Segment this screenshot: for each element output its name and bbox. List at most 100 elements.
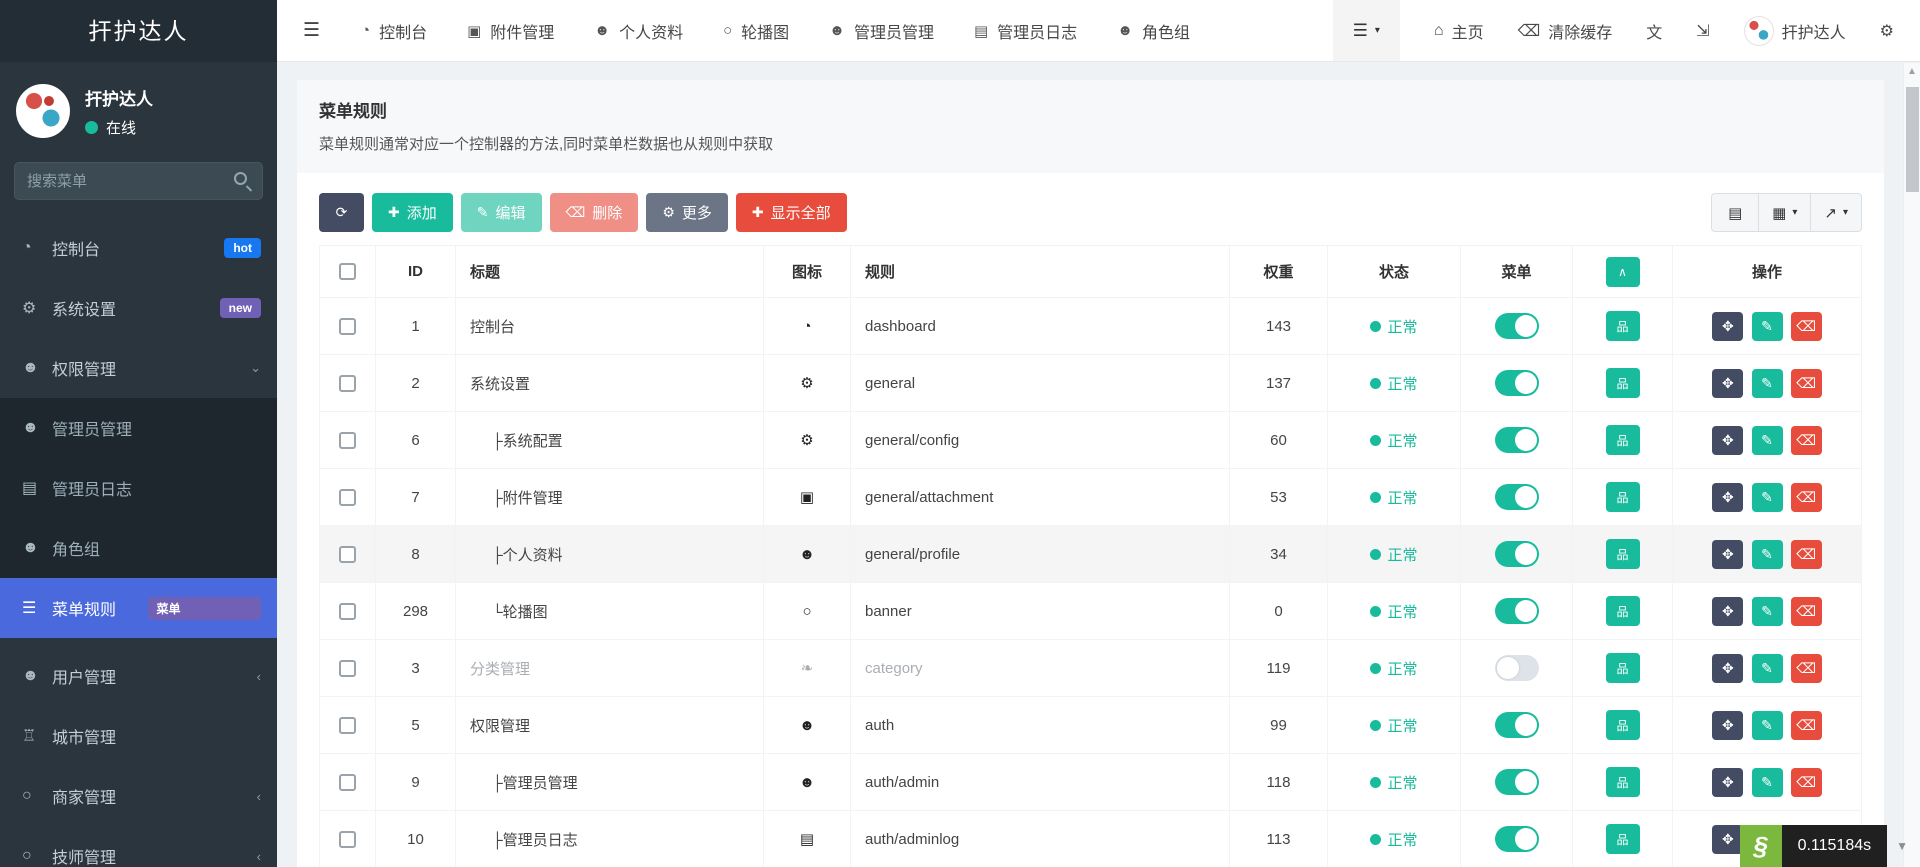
sidebar-item-group[interactable]: ☻ 角色组 bbox=[0, 518, 277, 578]
tab-group[interactable]: ☻角色组 bbox=[1117, 19, 1190, 43]
menu-toggle[interactable] bbox=[1495, 712, 1539, 738]
edit-row-button[interactable]: ✎ bbox=[1752, 426, 1783, 455]
edit-row-button[interactable]: ✎ bbox=[1752, 654, 1783, 683]
row-checkbox[interactable] bbox=[339, 489, 356, 506]
sitemap-button[interactable]: 品 bbox=[1606, 368, 1640, 398]
edit-row-button[interactable]: ✎ bbox=[1752, 768, 1783, 797]
drag-button[interactable]: ✥ bbox=[1712, 711, 1743, 740]
menu-toggle[interactable] bbox=[1495, 427, 1539, 453]
tabs-dropdown-button[interactable]: ☰▾ bbox=[1333, 0, 1400, 61]
drag-button[interactable]: ✥ bbox=[1712, 654, 1743, 683]
table-row[interactable]: 9 ├管理员管理 ☻ auth/admin 118 正常 品 ✥ ✎ ⌫ bbox=[320, 754, 1862, 811]
row-checkbox[interactable] bbox=[339, 831, 356, 848]
row-checkbox[interactable] bbox=[339, 432, 356, 449]
delete-row-button[interactable]: ⌫ bbox=[1791, 426, 1822, 455]
drag-button[interactable]: ✥ bbox=[1712, 426, 1743, 455]
delete-row-button[interactable]: ⌫ bbox=[1791, 540, 1822, 569]
add-button[interactable]: ✚添加 bbox=[372, 193, 453, 232]
sidebar-item-adminlog[interactable]: ▤ 管理员日志 bbox=[0, 458, 277, 518]
edit-row-button[interactable]: ✎ bbox=[1752, 483, 1783, 512]
sitemap-button[interactable]: 品 bbox=[1606, 311, 1640, 341]
row-checkbox[interactable] bbox=[339, 717, 356, 734]
edit-row-button[interactable]: ✎ bbox=[1752, 597, 1783, 626]
table-row[interactable]: 7 ├附件管理 ▣ general/attachment 53 正常 品 ✥ ✎… bbox=[320, 469, 1862, 526]
delete-row-button[interactable]: ⌫ bbox=[1791, 711, 1822, 740]
row-checkbox[interactable] bbox=[339, 774, 356, 791]
sidebar-item-admin[interactable]: ☻ 管理员管理 bbox=[0, 398, 277, 458]
menu-toggle[interactable] bbox=[1495, 370, 1539, 396]
language-button[interactable]: 文 bbox=[1646, 19, 1662, 43]
table-row[interactable]: 8 ├个人资料 ☻ general/profile 34 正常 品 ✥ ✎ ⌫ bbox=[320, 526, 1862, 583]
table-row[interactable]: 298 └轮播图 ○ banner 0 正常 品 ✥ ✎ ⌫ bbox=[320, 583, 1862, 640]
toggle-view-button[interactable]: ▤ bbox=[1711, 193, 1759, 232]
delete-button[interactable]: ⌫删除 bbox=[550, 193, 639, 232]
sidebar-item-rule-active[interactable]: ☰ 菜单规则 菜单 bbox=[0, 578, 277, 638]
refresh-button[interactable]: ⟳ bbox=[319, 193, 364, 232]
home-button[interactable]: ⌂主页 bbox=[1434, 19, 1484, 43]
sitemap-button[interactable]: 品 bbox=[1606, 539, 1640, 569]
sidebar-item-auth[interactable]: ☻ 权限管理 ⌄ bbox=[0, 338, 277, 398]
tab-dashboard[interactable]: ◔控制台 bbox=[361, 19, 427, 43]
thinkphp-logo-icon[interactable]: § bbox=[1740, 825, 1782, 867]
menu-toggle[interactable] bbox=[1495, 598, 1539, 624]
row-checkbox[interactable] bbox=[339, 603, 356, 620]
columns-button[interactable]: ▦▾ bbox=[1759, 193, 1811, 232]
menu-toggle[interactable] bbox=[1495, 541, 1539, 567]
drag-button[interactable]: ✥ bbox=[1712, 540, 1743, 569]
topbar-user-menu[interactable]: 扞护达人 bbox=[1744, 16, 1846, 46]
sitemap-button[interactable]: 品 bbox=[1606, 767, 1640, 797]
row-checkbox[interactable] bbox=[339, 546, 356, 563]
export-button[interactable]: ↗▾ bbox=[1811, 193, 1862, 232]
delete-row-button[interactable]: ⌫ bbox=[1791, 312, 1822, 341]
more-button[interactable]: ⚙更多 bbox=[646, 193, 728, 232]
tab-attachment[interactable]: ▣附件管理 bbox=[467, 19, 554, 43]
edit-row-button[interactable]: ✎ bbox=[1752, 312, 1783, 341]
sitemap-button[interactable]: 品 bbox=[1606, 824, 1640, 854]
sitemap-button[interactable]: 品 bbox=[1606, 653, 1640, 683]
edit-row-button[interactable]: ✎ bbox=[1752, 540, 1783, 569]
sidebar-item-dashboard[interactable]: ◔ 控制台 hot bbox=[0, 218, 277, 278]
collapse-all-button[interactable]: ∧ bbox=[1606, 257, 1640, 287]
sitemap-button[interactable]: 品 bbox=[1606, 425, 1640, 455]
delete-row-button[interactable]: ⌫ bbox=[1791, 654, 1822, 683]
menu-toggle[interactable] bbox=[1495, 655, 1539, 681]
debug-caret-icon[interactable]: ▼ bbox=[1896, 839, 1908, 853]
delete-row-button[interactable]: ⌫ bbox=[1791, 483, 1822, 512]
sitemap-button[interactable]: 品 bbox=[1606, 710, 1640, 740]
select-all-checkbox[interactable] bbox=[339, 263, 356, 280]
edit-row-button[interactable]: ✎ bbox=[1752, 369, 1783, 398]
edit-row-button[interactable]: ✎ bbox=[1752, 711, 1783, 740]
menu-toggle[interactable] bbox=[1495, 484, 1539, 510]
scrollbar[interactable]: ▲ bbox=[1903, 63, 1920, 867]
show-all-button[interactable]: ✚显示全部 bbox=[736, 193, 847, 232]
tab-profile[interactable]: ☻个人资料 bbox=[594, 19, 683, 43]
delete-row-button[interactable]: ⌫ bbox=[1791, 768, 1822, 797]
table-row[interactable]: 1 控制台 ◔ dashboard 143 正常 品 ✥ ✎ ⌫ bbox=[320, 298, 1862, 355]
table-row[interactable]: 2 系统设置 ⚙ general 137 正常 品 ✥ ✎ ⌫ bbox=[320, 355, 1862, 412]
drag-button[interactable]: ✥ bbox=[1712, 483, 1743, 512]
tab-banner[interactable]: ○轮播图 bbox=[723, 19, 789, 43]
drag-button[interactable]: ✥ bbox=[1712, 312, 1743, 341]
row-checkbox[interactable] bbox=[339, 375, 356, 392]
row-checkbox[interactable] bbox=[339, 660, 356, 677]
table-row[interactable]: 6 ├系统配置 ⚙ general/config 60 正常 品 ✥ ✎ ⌫ bbox=[320, 412, 1862, 469]
sidebar-item-technician-manage[interactable]: ○ 技师管理 ‹ bbox=[0, 826, 277, 867]
settings-button[interactable]: ⚙ bbox=[1880, 21, 1894, 41]
search-input[interactable] bbox=[14, 162, 263, 200]
hamburger-icon[interactable]: ☰ bbox=[303, 19, 339, 42]
table-row[interactable]: 5 权限管理 ☻ auth 99 正常 品 ✥ ✎ ⌫ bbox=[320, 697, 1862, 754]
fullscreen-button[interactable]: ⇲ bbox=[1696, 21, 1709, 41]
sidebar-item-general[interactable]: ⚙ 系统设置 new bbox=[0, 278, 277, 338]
menu-toggle[interactable] bbox=[1495, 769, 1539, 795]
scrollbar-thumb[interactable] bbox=[1906, 87, 1919, 192]
tab-adminlog[interactable]: ▤管理员日志 bbox=[974, 19, 1077, 43]
sitemap-button[interactable]: 品 bbox=[1606, 596, 1640, 626]
sidebar-item-merchant-manage[interactable]: ○ 商家管理 ‹ bbox=[0, 766, 277, 826]
clear-cache-button[interactable]: ⌫清除缓存 bbox=[1518, 19, 1613, 43]
table-row[interactable]: 10 ├管理员日志 ▤ auth/adminlog 113 正常 品 ✥ ✎ ⌫ bbox=[320, 811, 1862, 867]
delete-row-button[interactable]: ⌫ bbox=[1791, 597, 1822, 626]
table-row[interactable]: 3 分类管理 ❧ category 119 正常 品 ✥ ✎ ⌫ bbox=[320, 640, 1862, 697]
sidebar-item-user-manage[interactable]: ☻ 用户管理 ‹ bbox=[0, 646, 277, 706]
sitemap-button[interactable]: 品 bbox=[1606, 482, 1640, 512]
edit-button[interactable]: ✎编辑 bbox=[461, 193, 542, 232]
